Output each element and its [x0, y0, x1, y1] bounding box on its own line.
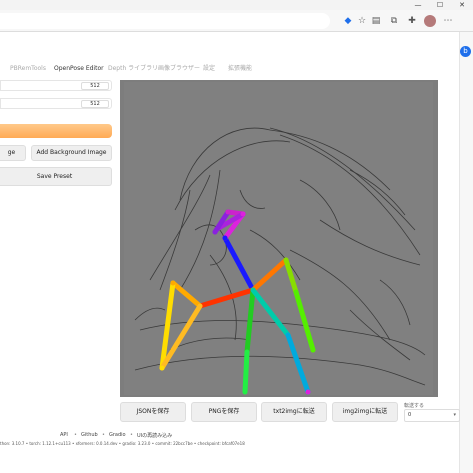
- tab-bar: PBRemTools OpenPose Editor Depth ライブラリ 画…: [0, 62, 459, 76]
- keypoint-neck[interactable]: [222, 235, 228, 241]
- footer-separator: •: [130, 432, 133, 438]
- tab-settings[interactable]: 設定: [203, 62, 215, 76]
- footer-link-github[interactable]: Github: [81, 432, 98, 438]
- favorites-icon[interactable]: ▤: [370, 15, 382, 27]
- bing-icon[interactable]: b: [460, 46, 471, 57]
- width-height-slider-bar[interactable]: [0, 124, 112, 138]
- puzzle-icon[interactable]: ◆: [342, 15, 354, 27]
- height-field: 512: [0, 98, 112, 109]
- keypoint-elbow-right[interactable]: [170, 280, 176, 286]
- footer-link-api[interactable]: API: [60, 432, 68, 438]
- star-icon[interactable]: ☆: [356, 15, 368, 27]
- menu-icon[interactable]: ⋯: [442, 15, 454, 27]
- width-field: 512: [0, 80, 112, 91]
- keypoint-nose[interactable]: [240, 211, 246, 217]
- footer-separator: •: [74, 432, 77, 438]
- collections-icon[interactable]: ⧉: [388, 15, 400, 27]
- keypoint-shoulder-left[interactable]: [283, 257, 289, 263]
- tab-extensions[interactable]: 拡張機能: [228, 62, 252, 76]
- keypoint-ear[interactable]: [212, 229, 218, 235]
- save-preset-button[interactable]: Save Preset: [0, 167, 112, 186]
- tab-depth-library[interactable]: Depth ライブラリ: [108, 62, 158, 76]
- thigh-right[interactable]: [242, 349, 250, 395]
- transfer-select-value: 0: [408, 412, 412, 418]
- save-json-button[interactable]: JSONを保存: [120, 402, 186, 422]
- extensions-icon[interactable]: ✚: [406, 15, 418, 27]
- footer-link-gradio[interactable]: Gradio: [109, 432, 126, 438]
- keypoint-wrist-right[interactable]: [159, 365, 165, 371]
- save-png-button[interactable]: PNGを保存: [191, 402, 257, 422]
- pose-canvas[interactable]: [120, 80, 438, 397]
- version-info: thon: 3.10.7 • torch: 1.12.1+cu113 • xfo…: [0, 441, 245, 446]
- chevron-down-icon: ▾: [453, 412, 456, 418]
- footer-separator: •: [102, 432, 105, 438]
- transfer-select[interactable]: 0 ▾: [404, 409, 460, 422]
- send-to-txt2img-button[interactable]: txt2imgに転送: [261, 402, 327, 422]
- address-bar: ◆ ☆ ▤ ⧉ ✚ ⋯: [0, 10, 473, 32]
- url-input[interactable]: [0, 13, 330, 29]
- keypoint-eye[interactable]: [225, 209, 231, 215]
- tab-openpose-editor[interactable]: OpenPose Editor: [54, 62, 104, 76]
- keypoint-knee-left[interactable]: [305, 389, 311, 395]
- minimize-button[interactable]: —: [407, 0, 429, 10]
- pose-canvas-svg[interactable]: [120, 80, 438, 397]
- profile-icon[interactable]: [424, 15, 436, 27]
- transfer-label: 転送する: [404, 403, 425, 409]
- title-bar: — ☐ ✕: [0, 0, 473, 10]
- tab-pbremtools[interactable]: PBRemTools: [10, 62, 46, 76]
- add-background-image-button[interactable]: Add Background Image: [31, 145, 112, 161]
- send-to-img2img-button[interactable]: img2imgに転送: [332, 402, 398, 422]
- edge-sidebar: [459, 32, 473, 473]
- height-input[interactable]: 512: [81, 100, 109, 108]
- window-controls: — ☐ ✕: [407, 0, 473, 10]
- add-image-button[interactable]: ge: [0, 145, 26, 161]
- close-button[interactable]: ✕: [451, 0, 473, 10]
- maximize-button[interactable]: ☐: [429, 0, 451, 10]
- keypoint-wrist-left[interactable]: [310, 347, 316, 353]
- tab-image-browser[interactable]: 画像ブラウザー: [158, 62, 200, 76]
- width-input[interactable]: 512: [81, 82, 109, 90]
- sketch-page: [124, 82, 433, 395]
- footer-link-reload-ui[interactable]: UIの再読み込み: [137, 432, 172, 439]
